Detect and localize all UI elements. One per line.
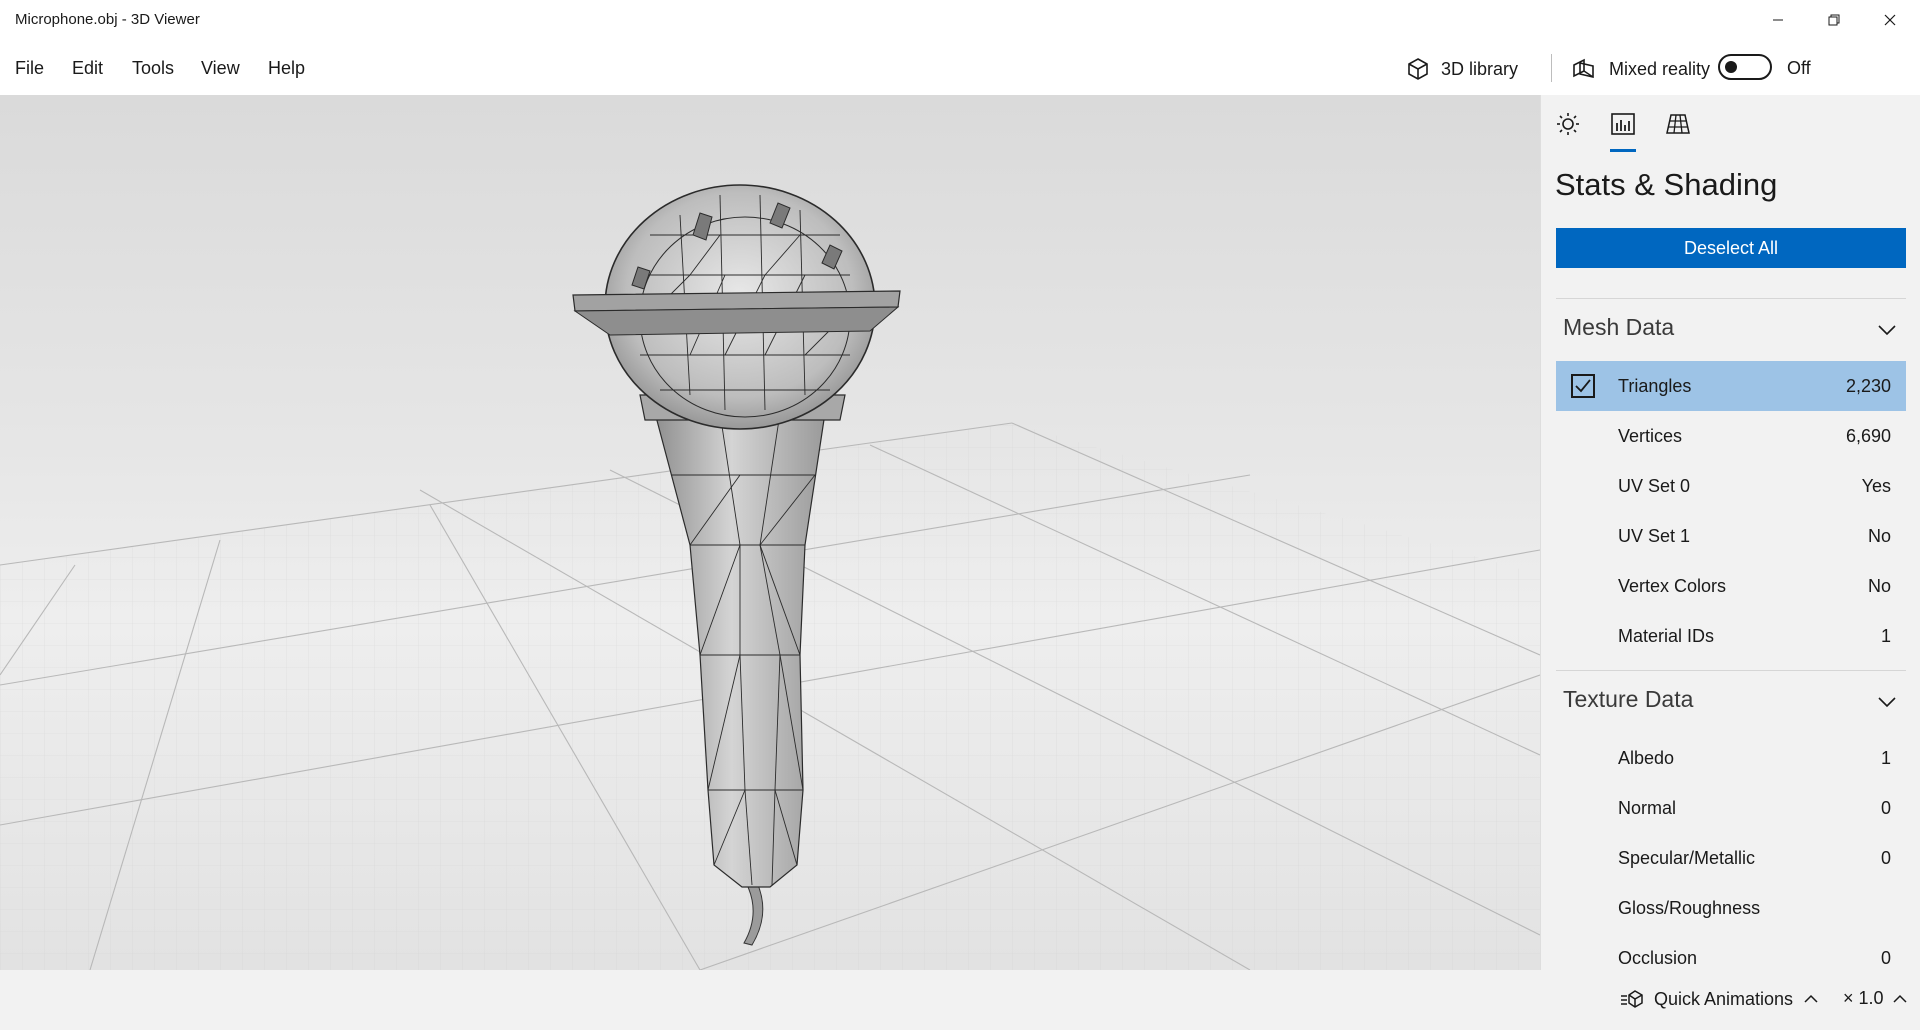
mixed-reality-state: Off	[1787, 58, 1811, 78]
grid-icon	[1666, 114, 1690, 134]
scene-canvas[interactable]	[0, 95, 1540, 970]
status-bar: Quick Animations × 1.0	[0, 970, 1920, 1030]
mixed-reality-toggle[interactable]	[1718, 54, 1772, 80]
mixed-reality-button[interactable]: Mixed reality	[1571, 54, 1710, 84]
row-label: Triangles	[1618, 376, 1692, 396]
row-label: Albedo	[1618, 748, 1675, 768]
row-label: Material IDs	[1618, 626, 1715, 646]
texture-row-occlusion[interactable]: Occlusion 0	[1556, 933, 1906, 970]
mesh-row-uv-set-0[interactable]: UV Set 0 Yes	[1556, 461, 1906, 511]
row-value: No	[1867, 576, 1891, 596]
texture-row-normal[interactable]: Normal 0	[1556, 783, 1906, 833]
checkmark-icon	[1575, 379, 1591, 393]
chevron-down-icon[interactable]	[1877, 695, 1897, 709]
row-value: 1	[1880, 748, 1891, 768]
row-value: 1	[1880, 626, 1891, 646]
quick-animations-label: Quick Animations	[1654, 988, 1794, 1009]
title-bar: Microphone.obj - 3D Viewer	[0, 0, 1920, 40]
minimize-icon	[1773, 19, 1783, 21]
texture-data-header[interactable]: Texture Data	[1563, 686, 1693, 713]
panel-title: Stats & Shading	[1555, 167, 1778, 202]
row-label: Specular/Metallic	[1618, 848, 1756, 868]
mesh-row-material-ids[interactable]: Material IDs 1	[1556, 611, 1906, 661]
row-label: Vertices	[1618, 426, 1683, 446]
chevron-up-icon	[1893, 994, 1907, 1003]
menu-bar: File Edit Tools View Help 3D library Mix…	[0, 40, 1920, 95]
menu-edit[interactable]: Edit	[72, 58, 103, 79]
chevron-up-icon	[1804, 994, 1818, 1003]
row-value: 0	[1880, 848, 1891, 868]
chevron-down-icon[interactable]	[1877, 323, 1897, 337]
mesh-row-uv-set-1[interactable]: UV Set 1 No	[1556, 511, 1906, 561]
mixed-reality-label: Mixed reality	[1609, 58, 1711, 79]
texture-row-albedo[interactable]: Albedo 1	[1556, 733, 1906, 783]
tab-lighting[interactable]	[1553, 109, 1583, 139]
row-value: Yes	[1861, 476, 1891, 496]
animation-speed-button[interactable]: × 1.0	[1843, 988, 1908, 1009]
row-label: UV Set 1	[1618, 526, 1691, 546]
mixed-reality-icon	[1573, 58, 1594, 79]
tab-grid[interactable]	[1663, 109, 1693, 139]
mesh-data-header[interactable]: Mesh Data	[1563, 314, 1674, 341]
mesh-row-vertex-colors[interactable]: Vertex Colors No	[1556, 561, 1906, 611]
row-value: 6,690	[1845, 426, 1891, 446]
row-value: 0	[1880, 798, 1891, 818]
close-button[interactable]	[1862, 0, 1918, 40]
quick-animations-button[interactable]: Quick Animations	[1620, 988, 1819, 1010]
row-label: Vertex Colors	[1618, 576, 1727, 596]
cube-icon	[1408, 58, 1428, 80]
section-divider	[1556, 670, 1906, 671]
menu-view[interactable]: View	[201, 58, 240, 79]
sun-icon	[1557, 113, 1579, 135]
texture-row-gloss-roughness[interactable]: Gloss/Roughness	[1556, 883, 1906, 933]
mesh-row-triangles[interactable]: Triangles 2,230	[1556, 361, 1906, 411]
mesh-row-vertices[interactable]: Vertices 6,690	[1556, 411, 1906, 461]
toggle-knob	[1725, 61, 1737, 73]
row-label: Normal	[1618, 798, 1677, 818]
row-value: No	[1867, 526, 1891, 546]
animation-speed-label: × 1.0	[1843, 988, 1884, 1008]
3d-viewport[interactable]	[0, 95, 1540, 970]
stats-panel: Stats & Shading Deselect All Mesh Data T…	[1540, 95, 1920, 970]
window-title: Microphone.obj - 3D Viewer	[15, 11, 200, 28]
row-value: 0	[1880, 948, 1891, 968]
restore-icon	[1828, 14, 1840, 26]
section-divider	[1556, 298, 1906, 299]
row-label: Occlusion	[1618, 948, 1698, 968]
3d-library-button[interactable]: 3D library	[1405, 54, 1518, 84]
close-icon	[1884, 14, 1896, 26]
3d-library-label: 3D library	[1441, 58, 1519, 79]
row-value: 2,230	[1845, 376, 1891, 396]
menu-divider	[1551, 54, 1552, 82]
row-label: UV Set 0	[1618, 476, 1691, 496]
menu-file[interactable]: File	[15, 58, 44, 79]
menu-help[interactable]: Help	[268, 58, 305, 79]
stats-icon	[1611, 113, 1635, 135]
row-label: Gloss/Roughness	[1618, 898, 1761, 918]
tab-stats-shading[interactable]	[1608, 109, 1638, 152]
animation-icon	[1621, 990, 1643, 1008]
triangles-checkbox[interactable]	[1571, 374, 1595, 398]
minimize-button[interactable]	[1750, 0, 1806, 40]
deselect-all-button[interactable]: Deselect All	[1556, 228, 1906, 268]
restore-button[interactable]	[1806, 0, 1862, 40]
texture-row-specular-metallic[interactable]: Specular/Metallic 0	[1556, 833, 1906, 883]
menu-tools[interactable]: Tools	[132, 58, 174, 79]
